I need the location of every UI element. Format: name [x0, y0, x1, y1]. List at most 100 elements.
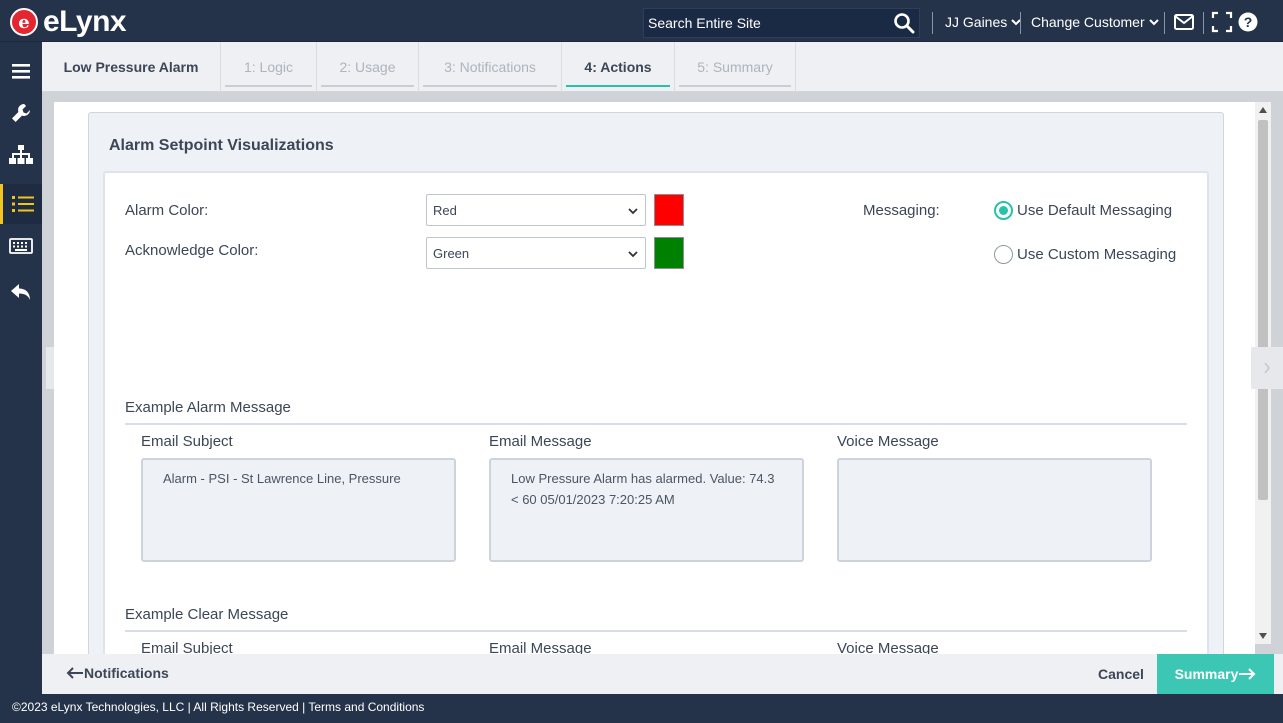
tools-button[interactable] [0, 93, 42, 133]
acknowledge-color-select[interactable]: Green [426, 237, 646, 269]
tab-underline [321, 85, 414, 87]
alarm-name-title: Low Pressure Alarm [63, 59, 199, 75]
section-divider [125, 630, 1187, 632]
acknowledge-color-label: Acknowledge Color: [125, 242, 259, 259]
tab-notifications[interactable]: 3: Notifications [419, 42, 561, 92]
radio-label: Use Custom Messaging [1017, 246, 1177, 263]
alarm-email-subject-box: Alarm - PSI - St Lawrence Line, Pressure [141, 458, 456, 562]
triangle-up-icon [1259, 107, 1267, 113]
chevron-down-icon [628, 208, 638, 215]
reply-icon [11, 284, 30, 300]
acknowledge-color-swatch [654, 237, 684, 269]
tab-actions[interactable]: 4: Actions [562, 42, 674, 92]
alarm-color-swatch [654, 194, 684, 226]
envelope-icon[interactable] [1173, 11, 1195, 33]
alarm-email-message-box: Low Pressure Alarm has alarmed. Value: 7… [489, 458, 804, 562]
keyboard-button[interactable] [0, 226, 42, 266]
user-name: JJ Gaines [945, 14, 1008, 30]
divider [1020, 12, 1021, 34]
tab-label: 2: Usage [339, 59, 396, 75]
fullscreen-icon[interactable] [1211, 11, 1233, 33]
chevron-down-icon [1148, 19, 1159, 26]
arrow-right-icon [1239, 668, 1256, 680]
triangle-down-icon [1259, 633, 1267, 639]
scroll-region: Alarm Setpoint Visualizations Alarm Colo… [54, 102, 1255, 654]
tab-summary[interactable]: 5: Summary [675, 42, 795, 92]
hamburger-icon [12, 64, 30, 79]
hierarchy-icon [9, 145, 33, 164]
top-bar: e eLynx JJ Gaines Change Customer ? [0, 0, 1283, 42]
tab-label: 3: Notifications [444, 59, 536, 75]
tab-label: 4: Actions [584, 59, 652, 75]
tab-underline [679, 85, 791, 87]
alarm-setpoint-panel: Alarm Setpoint Visualizations Alarm Colo… [88, 112, 1224, 654]
example-clear-heading: Example Clear Message [125, 606, 289, 623]
divider [1164, 12, 1165, 34]
radio-checked-icon [994, 201, 1013, 220]
wizard-tabs: Low Pressure Alarm 1: Logic 2: Usage 3: … [42, 42, 1283, 92]
alarms-list-button[interactable] [0, 184, 42, 224]
email-subject-label: Email Subject [141, 433, 233, 450]
clear-email-message-label: Email Message [489, 640, 592, 654]
scroll-down-arrow[interactable] [1255, 628, 1271, 644]
wizard-footer: Notifications Cancel Summary [42, 654, 1283, 694]
email-message-label: Email Message [489, 433, 592, 450]
tab-label: 1: Logic [243, 59, 294, 75]
panel-body: Alarm Color: Red Acknowledge Color: Gree… [103, 171, 1209, 654]
change-customer-label: Change Customer [1031, 14, 1145, 30]
elynx-logo[interactable]: e eLynx [10, 5, 127, 38]
list-icon [11, 196, 34, 212]
tab-usage[interactable]: 2: Usage [317, 42, 418, 92]
messaging-label: Messaging: [863, 202, 940, 219]
voice-message-label: Voice Message [837, 433, 939, 450]
scroll-thumb[interactable] [1258, 120, 1268, 500]
cancel-button[interactable]: Cancel [1098, 666, 1144, 682]
divider [932, 12, 933, 34]
logo-text: eLynx [43, 5, 127, 38]
back-to-notifications-button[interactable]: Notifications [66, 665, 169, 681]
arrow-left-icon [66, 667, 83, 679]
back-button[interactable] [0, 272, 42, 312]
logo-badge-icon: e [10, 8, 38, 36]
divider [795, 42, 796, 92]
search-input[interactable] [644, 9, 884, 37]
next-arrow[interactable] [1251, 347, 1283, 389]
section-divider [125, 423, 1187, 425]
clear-email-subject-label: Email Subject [141, 640, 233, 654]
search-icon[interactable] [893, 12, 915, 34]
default-messaging-radio[interactable]: Use Default Messaging [994, 201, 1172, 220]
clear-voice-message-label: Voice Message [837, 640, 939, 654]
example-alarm-heading: Example Alarm Message [125, 399, 291, 416]
side-rail [0, 42, 42, 694]
radio-unchecked-icon [994, 245, 1013, 264]
tab-underline [423, 85, 557, 87]
tab-underline [566, 85, 670, 87]
divider [1203, 12, 1204, 34]
alarm-color-label: Alarm Color: [125, 202, 209, 219]
panel-title: Alarm Setpoint Visualizations [109, 137, 334, 154]
custom-messaging-radio[interactable]: Use Custom Messaging [994, 245, 1176, 264]
site-search [643, 8, 920, 38]
help-icon[interactable]: ? [1237, 11, 1259, 33]
back-label: Notifications [84, 665, 169, 681]
scroll-up-arrow[interactable] [1255, 102, 1271, 118]
copyright-text: ©2023 eLynx Technologies, LLC | All Righ… [12, 700, 425, 714]
next-summary-button[interactable]: Summary [1157, 654, 1274, 694]
wrench-icon [12, 104, 30, 122]
hierarchy-button[interactable] [0, 135, 42, 175]
next-label: Summary [1174, 666, 1239, 682]
radio-label: Use Default Messaging [1017, 202, 1173, 219]
menu-button[interactable] [0, 51, 42, 91]
change-customer-menu[interactable]: Change Customer [1031, 14, 1159, 30]
content-area: Alarm Setpoint Visualizations Alarm Colo… [42, 92, 1283, 654]
user-menu[interactable]: JJ Gaines [945, 14, 1021, 30]
tab-label: 5: Summary [697, 59, 773, 75]
alarm-color-select[interactable]: Red [426, 194, 646, 226]
svg-text:?: ? [1244, 14, 1253, 30]
alarm-voice-message-box [837, 458, 1152, 562]
chevron-right-icon [1264, 362, 1271, 374]
acknowledge-color-value: Green [433, 245, 470, 261]
tab-logic[interactable]: 1: Logic [221, 42, 316, 92]
chevron-down-icon [628, 251, 638, 258]
keyboard-icon [9, 238, 33, 254]
